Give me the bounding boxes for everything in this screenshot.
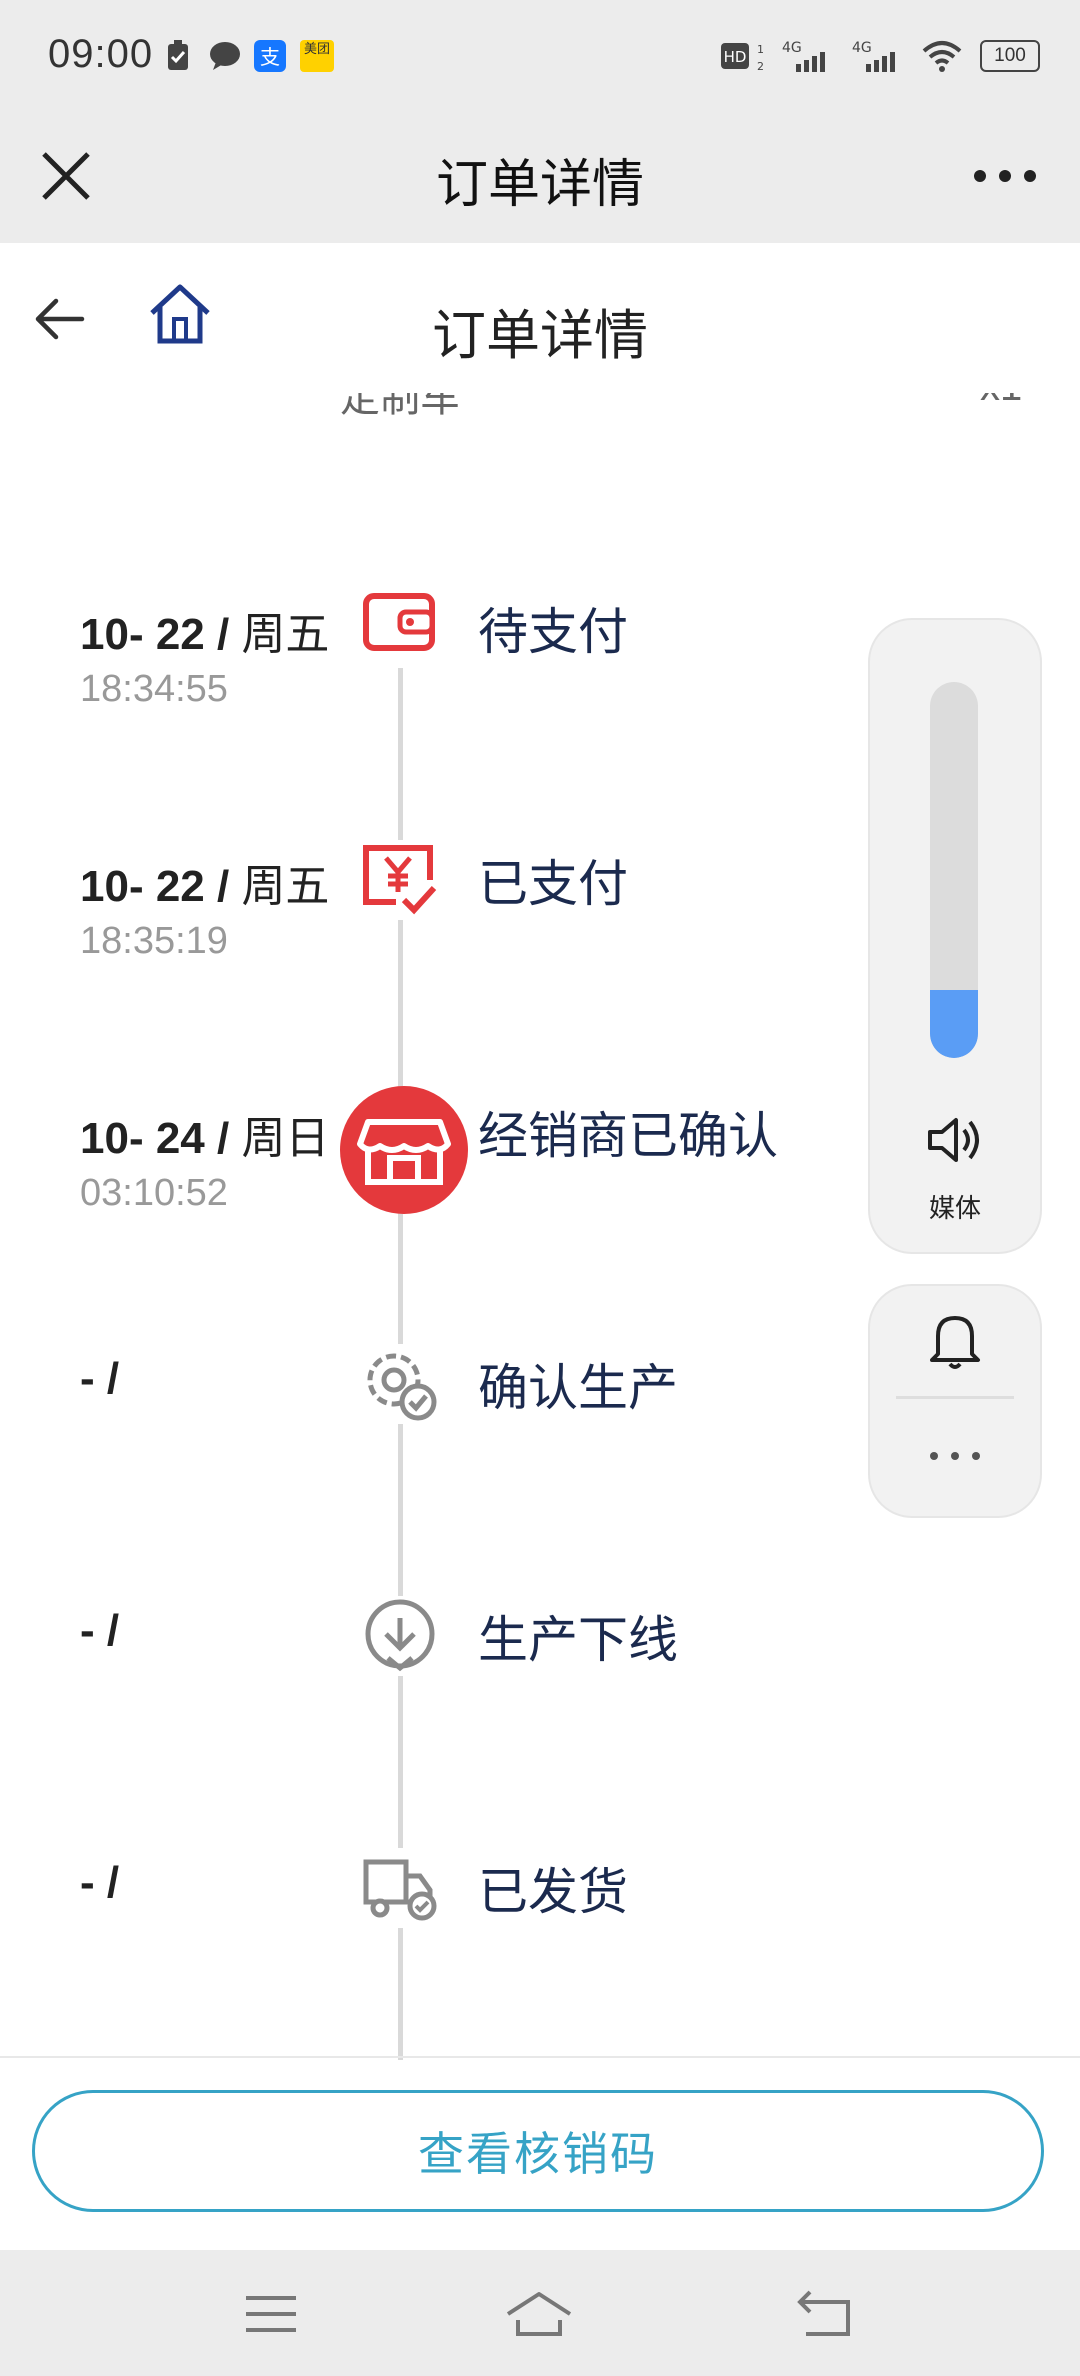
chat-bubble-icon [210, 42, 240, 70]
page-title: 订单详情 [432, 306, 648, 366]
scrolled-qty-clip: x1 [980, 393, 1040, 415]
volume-panel: 媒体 [868, 618, 1042, 1254]
timeline-step: - / 生产下线 [0, 1596, 1080, 1806]
meituan-icon: 美团 [300, 40, 334, 72]
signal-4g-icon: 4G [782, 40, 825, 72]
bell-icon[interactable] [928, 1310, 982, 1370]
timeline-step: - / 已发货 [0, 1848, 1080, 2058]
store-icon [340, 1086, 468, 1214]
view-verification-code-button[interactable]: 查看核销码 [32, 2090, 1044, 2212]
scrolled-item-qty: x1 [980, 393, 1040, 410]
home-nav-icon[interactable] [504, 2284, 574, 2344]
svg-text:2: 2 [757, 60, 764, 73]
status-right-group: HD 1 2 4G 4G 100 [720, 38, 1040, 74]
menu-icon[interactable] [236, 2284, 306, 2344]
battery-icon: 100 [980, 40, 1040, 72]
step-date: 10- 24 / 周日 [80, 1114, 330, 1163]
wifi-icon [922, 41, 962, 72]
svg-text:4G: 4G [782, 40, 802, 56]
step-date: 10- 22 / 周五 [80, 862, 330, 911]
divider [896, 1396, 1014, 1399]
step-time: 03:10:52 [80, 1172, 228, 1214]
status-time: 09:00 [48, 32, 154, 76]
more-options-icon[interactable] [928, 1446, 982, 1466]
step-time: 18:35:19 [80, 920, 228, 962]
speaker-icon[interactable] [924, 1112, 986, 1168]
truck-check-icon [360, 1848, 440, 1928]
step-date: - / [80, 1858, 120, 1907]
step-label: 待支付 [478, 604, 628, 660]
divider [0, 2056, 1080, 2058]
timeline-line [398, 600, 403, 2060]
more-options-icon[interactable] [970, 156, 1040, 196]
step-date: - / [80, 1606, 120, 1655]
step-time: 18:34:55 [80, 668, 228, 710]
step-label: 生产下线 [478, 1612, 678, 1668]
volume-slider[interactable] [930, 682, 978, 1058]
yuan-check-icon [360, 840, 440, 920]
app-header: 订单详情 [0, 118, 1080, 243]
scrolled-text-clip: 定制车 [340, 393, 540, 415]
gear-check-icon [360, 1344, 440, 1424]
volume-level [930, 990, 978, 1058]
alipay-icon: 支 [254, 40, 286, 72]
step-label: 经销商已确认 [478, 1108, 778, 1164]
signal-4g-icon: 4G [852, 40, 895, 72]
hd-icon: HD 1 2 [721, 43, 764, 73]
step-date: 10- 22 / 周五 [80, 610, 330, 659]
wallet-icon [360, 588, 440, 668]
svg-text:HD: HD [724, 48, 747, 66]
ring-mode-panel [868, 1284, 1042, 1518]
battery-check-icon [168, 40, 188, 70]
step-label: 已支付 [478, 856, 628, 912]
download-circle-icon [360, 1596, 440, 1676]
step-label: 确认生产 [478, 1360, 678, 1416]
svg-text:支: 支 [260, 45, 280, 69]
app-header-title: 订单详情 [435, 156, 644, 214]
system-nav-bar [0, 2250, 1080, 2376]
svg-text:4G: 4G [852, 40, 872, 56]
step-label: 已发货 [478, 1864, 628, 1920]
back-nav-icon[interactable] [790, 2284, 860, 2344]
media-label: 媒体 [928, 1193, 981, 1223]
step-date: - / [80, 1354, 120, 1403]
status-bar: 09:00 支 美团 HD 1 2 4G 4G 100 [0, 0, 1080, 118]
scrolled-item-name: 定制车 [340, 393, 460, 415]
svg-text:1: 1 [757, 43, 764, 56]
page-header: 订单详情 [0, 243, 1080, 393]
